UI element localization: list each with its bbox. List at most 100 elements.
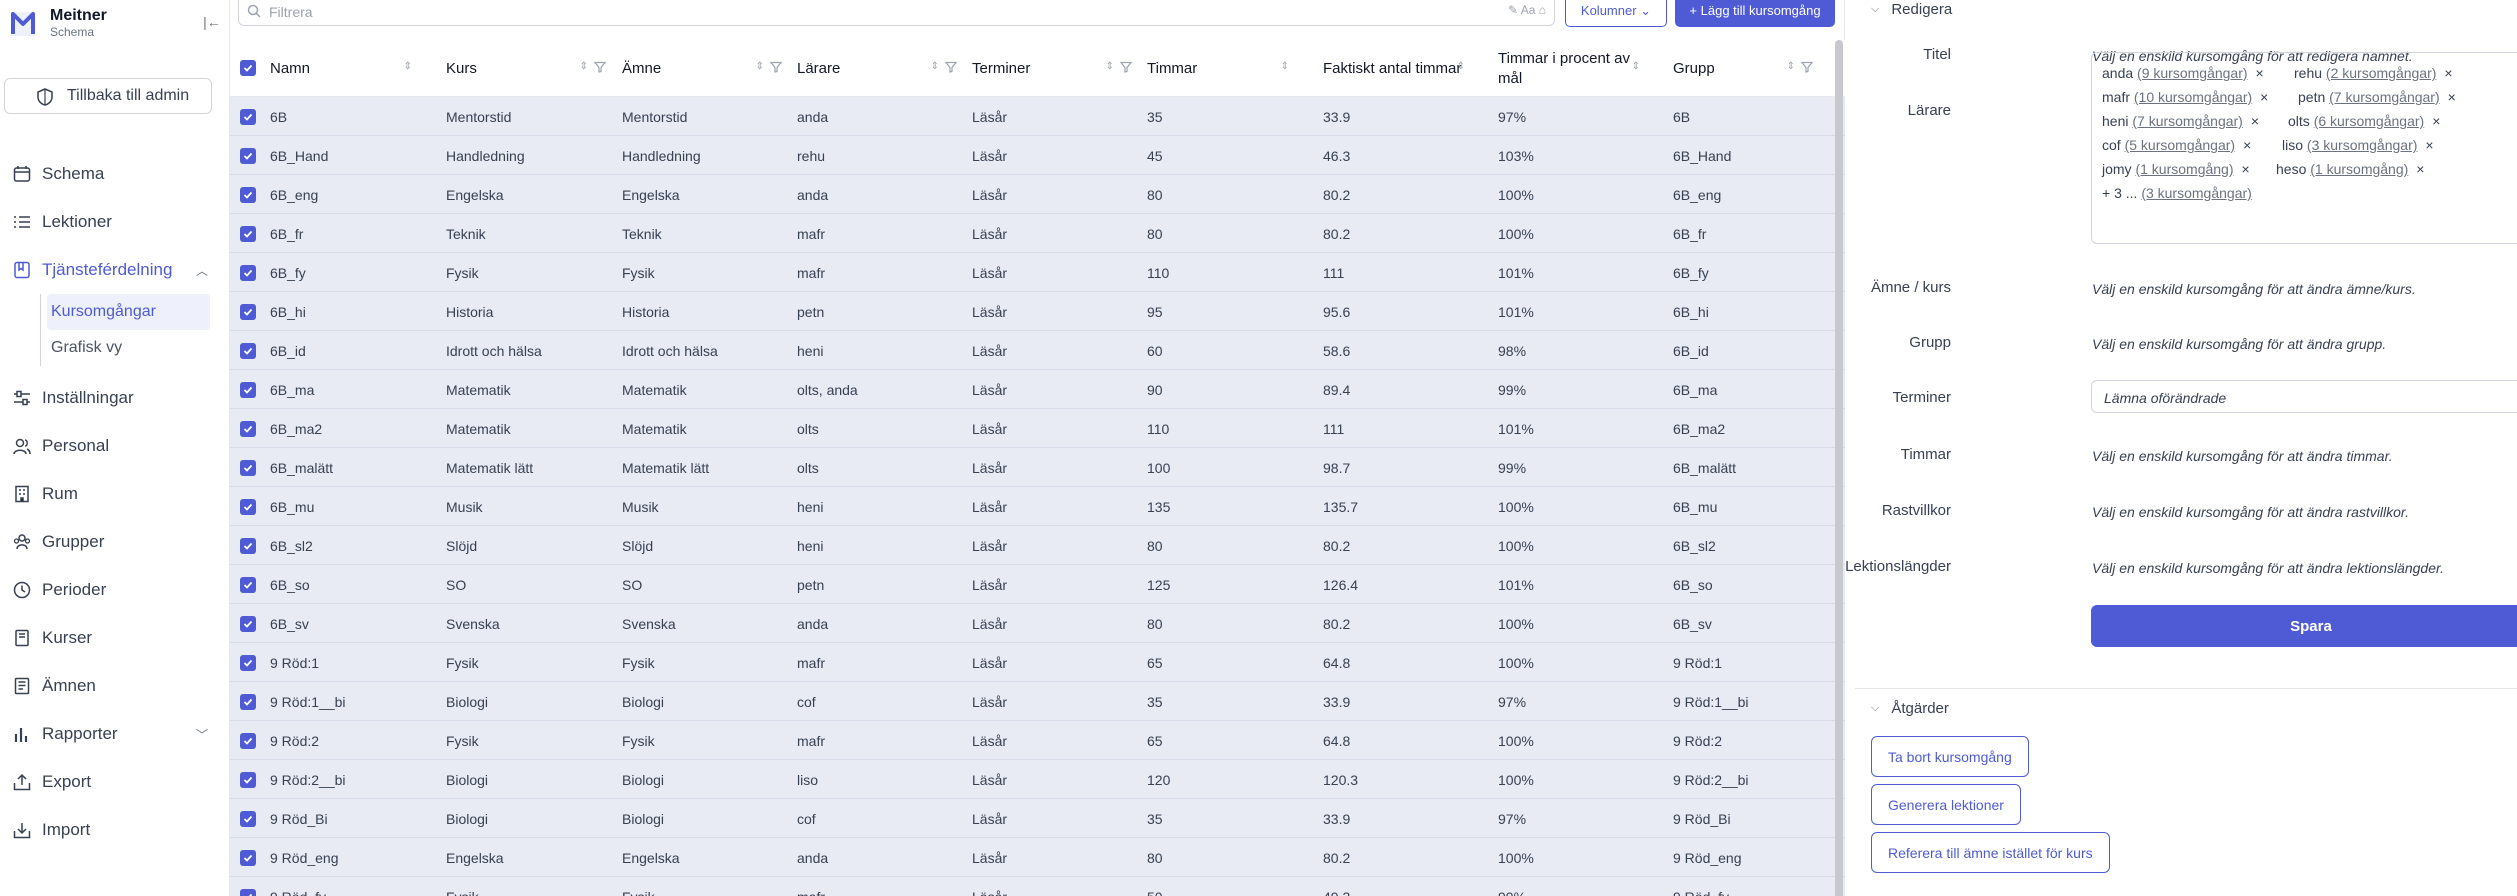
table-row[interactable]: 9 Röd_eng Engelska Engelska anda Läsår 80 80.2…: [230, 838, 1845, 877]
save-button[interactable]: Spara: [2091, 605, 2517, 647]
remove-chip-icon[interactable]: ×: [2432, 113, 2440, 129]
nav-item-perioder[interactable]: Perioder: [0, 566, 230, 614]
teacher-chip[interactable]: heni (7 kursomgångar) ×: [2102, 113, 2259, 129]
back-to-admin-button[interactable]: Tillbaka till admin: [4, 78, 212, 114]
nav-item-lektioner[interactable]: Lektioner: [0, 198, 230, 246]
nav-item-schema[interactable]: Schema: [0, 150, 230, 198]
sort-icon[interactable]: ⇕: [1106, 61, 1114, 72]
filter-icon[interactable]: [770, 61, 782, 73]
table-row[interactable]: 9 Röd:1 Fysik Fysik mafr Läsår 65 64.8 100% 9 Rö…: [230, 643, 1845, 682]
teacher-chip[interactable]: cof (5 kursomgångar) ×: [2102, 137, 2251, 153]
teacher-chip[interactable]: + 3 ... (3 kursomgångar): [2102, 185, 2252, 201]
column-header-timmar[interactable]: Timmar ⇕: [1147, 40, 1297, 97]
delete-course-button[interactable]: Ta bort kursomgång: [1871, 736, 2029, 777]
select-all-checkbox[interactable]: [240, 60, 256, 76]
teachers-multiselect[interactable]: anda (9 kursomgångar) × rehu (2 kursomgång…: [2091, 52, 2517, 244]
row-checkbox[interactable]: [240, 226, 256, 242]
row-checkbox[interactable]: [240, 538, 256, 554]
edit-section-header[interactable]: ⌵ Redigera: [1871, 1, 1952, 18]
row-checkbox[interactable]: [240, 343, 256, 359]
row-checkbox[interactable]: [240, 655, 256, 671]
table-row[interactable]: 6B_hi Historia Historia petn Läsår 95 95.6 101%…: [230, 292, 1845, 331]
remove-chip-icon[interactable]: ×: [2256, 65, 2264, 81]
filter-icon[interactable]: [594, 61, 606, 73]
column-header-grupp[interactable]: Grupp ⇕: [1673, 40, 1813, 97]
table-row[interactable]: 6B Mentorstid Mentorstid anda Läsår 35 33.9 97%…: [230, 97, 1845, 136]
table-row[interactable]: 6B_id Idrott och hälsa Idrott och hälsa hen…: [230, 331, 1845, 370]
sort-icon[interactable]: ⇕: [1632, 61, 1640, 72]
filter-icon[interactable]: [1801, 61, 1813, 73]
table-row[interactable]: 6B_eng Engelska Engelska anda Läsår 80 80.2 100…: [230, 175, 1845, 214]
match-case-icon[interactable]: Aa: [1521, 3, 1536, 17]
table-row[interactable]: 9 Röd:1__bi Biologi Biologi cof Läsår 35 33.9 9…: [230, 682, 1845, 721]
row-checkbox[interactable]: [240, 187, 256, 203]
actions-section-header[interactable]: ⌵ Åtgärder: [1871, 700, 1949, 717]
table-row[interactable]: 9 Röd:2 Fysik Fysik mafr Läsår 65 64.8 100% 9 Rö…: [230, 721, 1845, 760]
filter-icon[interactable]: [945, 61, 957, 73]
table-row[interactable]: 9 Röd_Bi Biologi Biologi cof Läsår 35 33.9 97% 9…: [230, 799, 1845, 838]
remove-chip-icon[interactable]: ×: [2260, 89, 2268, 105]
table-row[interactable]: 6B_malätt Matematik lätt Matematik lätt olt…: [230, 448, 1845, 487]
table-row[interactable]: 6B_sl2 Slöjd Slöjd heni Läsår 80 80.2 100% 6B_sl…: [230, 526, 1845, 565]
row-checkbox[interactable]: [240, 694, 256, 710]
table-row[interactable]: 9 Röd_fy Fysik Fysik mafr Läsår 50 49.3 99% 9 Rö…: [230, 877, 1845, 896]
nav-item-export[interactable]: Export: [0, 758, 230, 806]
nav-item-import[interactable]: Import: [0, 806, 230, 854]
row-checkbox[interactable]: [240, 616, 256, 632]
add-course-button[interactable]: + Lägg till kursomgång: [1675, 0, 1835, 27]
nav-item-kurser[interactable]: Kurser: [0, 614, 230, 662]
terms-select[interactable]: Lämna oförändrade: [2091, 380, 2517, 413]
row-checkbox[interactable]: [240, 382, 256, 398]
sort-icon[interactable]: ⇕: [756, 61, 764, 72]
nav-item-personal[interactable]: Personal: [0, 422, 230, 470]
collapse-sidebar-icon[interactable]: |←: [203, 13, 221, 31]
teacher-chip[interactable]: mafr (10 kursomgångar) ×: [2102, 89, 2268, 105]
sort-icon[interactable]: ⇕: [1281, 61, 1289, 72]
remove-chip-icon[interactable]: ×: [2251, 113, 2259, 129]
row-checkbox[interactable]: [240, 421, 256, 437]
row-checkbox[interactable]: [240, 109, 256, 125]
remove-chip-icon[interactable]: ×: [2448, 89, 2456, 105]
table-row[interactable]: 6B_so SO SO petn Läsår 125 126.4 101% 6B_so: [230, 565, 1845, 604]
sort-icon[interactable]: ⇕: [1457, 61, 1465, 72]
table-scrollbar[interactable]: [1835, 40, 1843, 896]
nav-item-amnen[interactable]: Ämnen: [0, 662, 230, 710]
sort-icon[interactable]: ⇕: [1787, 61, 1795, 72]
remove-chip-icon[interactable]: ×: [2416, 161, 2424, 177]
table-row[interactable]: 6B_sv Svenska Svenska anda Läsår 80 80.2 100% 6B…: [230, 604, 1845, 643]
filter-icon[interactable]: [1120, 61, 1132, 73]
teacher-chip[interactable]: liso (3 kursomgångar) ×: [2282, 137, 2434, 153]
table-row[interactable]: 9 Röd:2__bi Biologi Biologi liso Läsår 120 120…: [230, 760, 1845, 799]
column-header-terminer[interactable]: Terminer ⇕: [972, 40, 1132, 97]
remove-chip-icon[interactable]: ×: [2242, 161, 2250, 177]
sub-item-grafisk-vy[interactable]: Grafisk vy: [47, 330, 210, 366]
sort-icon[interactable]: ⇕: [931, 61, 939, 72]
table-row[interactable]: 6B_fr Teknik Teknik mafr Läsår 80 80.2 100% 6B_f…: [230, 214, 1845, 253]
column-header-namn[interactable]: Namn ⇕: [270, 40, 420, 97]
teacher-chip[interactable]: jomy (1 kursomgång) ×: [2102, 161, 2250, 177]
table-row[interactable]: 6B_ma2 Matematik Matematik olts Läsår 110 111 1…: [230, 409, 1845, 448]
teacher-chip[interactable]: rehu (2 kursomgångar) ×: [2294, 65, 2453, 81]
row-checkbox[interactable]: [240, 265, 256, 281]
row-checkbox[interactable]: [240, 733, 256, 749]
search-options[interactable]: ✎ Aa ⌂: [1508, 3, 1546, 17]
nav-item-grupper[interactable]: Grupper: [0, 518, 230, 566]
nav-item-installningar[interactable]: Inställningar: [0, 374, 230, 422]
table-row[interactable]: 6B_mu Musik Musik heni Läsår 135 135.7 100% 6B_m…: [230, 487, 1845, 526]
row-checkbox[interactable]: [240, 577, 256, 593]
table-row[interactable]: 6B_Hand Handledning Handledning rehu Läsår 45…: [230, 136, 1845, 175]
nav-item-rapporter[interactable]: Rapporter ﹀: [0, 710, 230, 758]
sub-item-kursomgangar[interactable]: Kursomgångar: [47, 294, 210, 330]
row-checkbox[interactable]: [240, 148, 256, 164]
teacher-chip[interactable]: olts (6 kursomgångar) ×: [2288, 113, 2440, 129]
nav-item-tjanstefordelning[interactable]: Tjänsteférdelning ︿: [0, 246, 230, 294]
remove-chip-icon[interactable]: ×: [2425, 137, 2433, 153]
table-row[interactable]: 6B_fy Fysik Fysik mafr Läsår 110 111 101% 6B_fy: [230, 253, 1845, 292]
teacher-chip[interactable]: heso (1 kursomgång) ×: [2276, 161, 2424, 177]
sort-icon[interactable]: ⇕: [580, 61, 588, 72]
column-header-kurs[interactable]: Kurs ⇕: [446, 40, 606, 97]
row-checkbox[interactable]: [240, 889, 256, 896]
filter-search-box[interactable]: Filtrera ✎ Aa ⌂: [238, 0, 1555, 26]
row-checkbox[interactable]: [240, 811, 256, 827]
row-checkbox[interactable]: [240, 772, 256, 788]
